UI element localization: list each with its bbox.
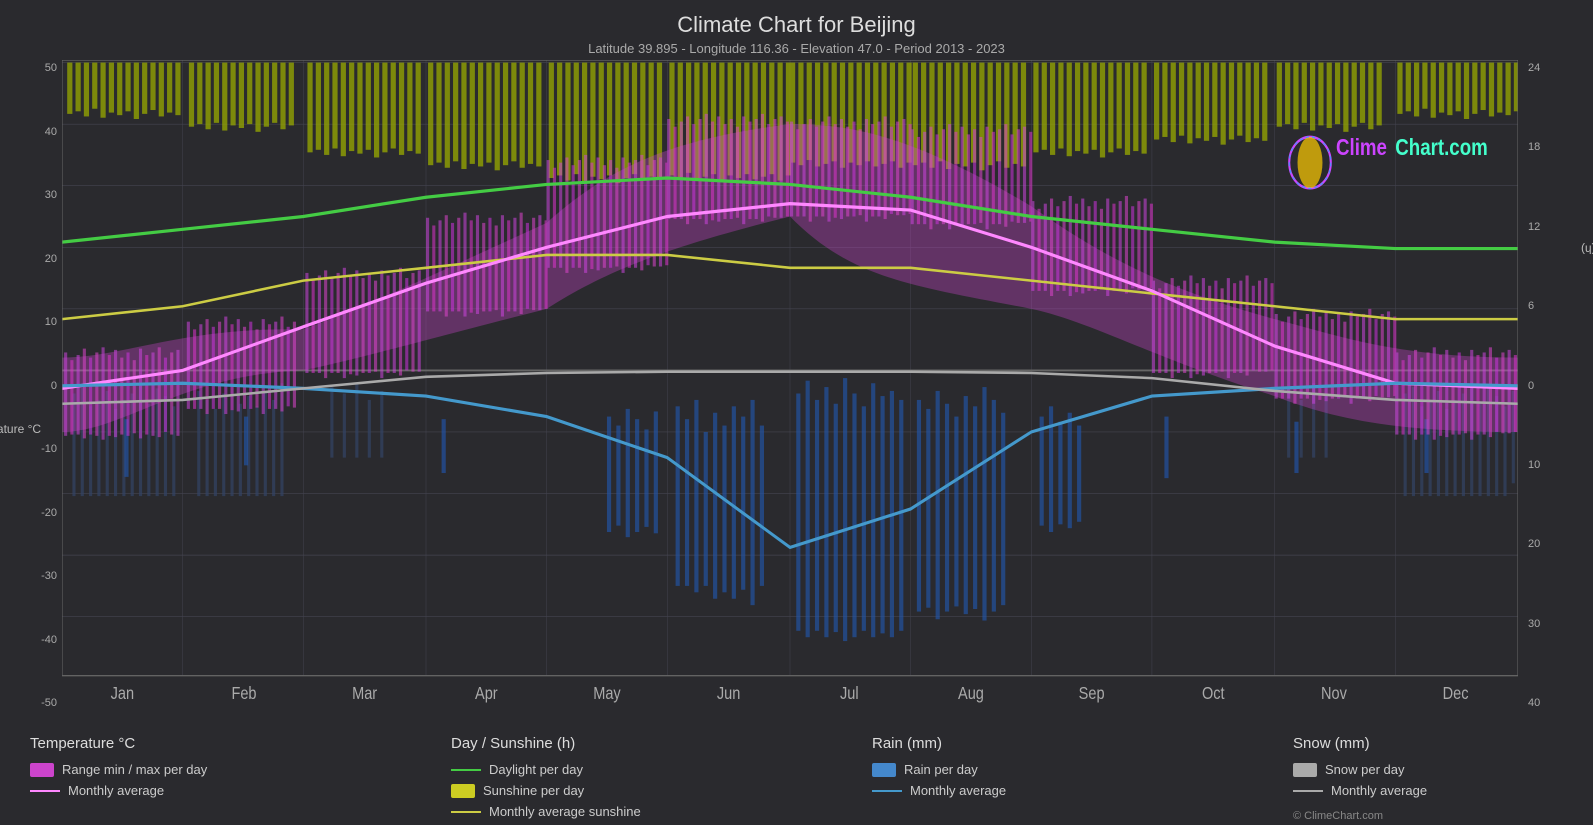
y-tick-r-18: 18	[1523, 141, 1583, 153]
chart-container: Climate Chart for Beijing Latitude 39.89…	[0, 0, 1593, 825]
legend-temp-range: Range min / max per day	[30, 762, 310, 777]
y-tick-0: 0	[10, 380, 62, 392]
legend-rain-swatch: Rain per day	[872, 762, 1152, 777]
legend-sunshine-swatch: Sunshine per day	[451, 783, 731, 798]
y-tick-r-20: 20	[1523, 538, 1583, 550]
rain-swatch	[872, 763, 896, 777]
main-chart: Jan Feb Mar Apr May Jun Jul Aug Sep Oct …	[62, 60, 1518, 727]
y-tick-r-12: 12	[1523, 221, 1583, 233]
y-tick-40: 40	[10, 126, 62, 138]
svg-text:Aug: Aug	[958, 683, 984, 703]
svg-text:Jan: Jan	[111, 683, 134, 703]
legend-rain-avg-label: Monthly average	[910, 783, 1006, 798]
y-tick-n10: -10	[10, 443, 62, 455]
y-tick-30: 30	[10, 189, 62, 201]
chart-title: Climate Chart for Beijing	[0, 12, 1593, 38]
y-tick-r-40: 40	[1523, 697, 1583, 709]
svg-text:May: May	[593, 683, 621, 703]
chart-subtitle: Latitude 39.895 - Longitude 116.36 - Ele…	[0, 41, 1593, 56]
chart-header: Climate Chart for Beijing Latitude 39.89…	[0, 0, 1593, 60]
y-tick-r-24: 24	[1523, 62, 1583, 74]
svg-text:Mar: Mar	[352, 683, 378, 703]
svg-text:Chart.com: Chart.com	[1395, 135, 1488, 160]
legend-temp-title: Temperature °C	[30, 735, 310, 752]
legend-rain-avg: Monthly average	[872, 783, 1152, 798]
y-tick-50: 50	[10, 62, 62, 74]
svg-text:Jun: Jun	[717, 683, 740, 703]
y-axis-left: Temperature °C 50 40 30 20 10 0 -10 -20 …	[10, 60, 62, 727]
legend-sunshine-avg: Monthly average sunshine	[451, 804, 731, 819]
copyright-text: © ClimeChart.com	[1293, 810, 1383, 822]
svg-text:Apr: Apr	[475, 683, 498, 703]
legend-temp-avg-label: Monthly average	[68, 783, 164, 798]
snow-avg-line	[1293, 790, 1323, 792]
sunshine-swatch	[451, 784, 475, 798]
legend-daylight: Daylight per day	[451, 762, 731, 777]
y-tick-n30: -30	[10, 570, 62, 582]
daylight-line	[451, 769, 481, 771]
y-axis-left-label: Temperature °C	[0, 422, 41, 436]
legend-sunshine-title: Day / Sunshine (h)	[451, 735, 731, 752]
legend-snow-label: Snow per day	[1325, 762, 1405, 777]
chart-area-wrapper: Temperature °C 50 40 30 20 10 0 -10 -20 …	[10, 60, 1583, 727]
temp-avg-line	[30, 790, 60, 792]
legend-rain-title: Rain (mm)	[872, 735, 1152, 752]
y-tick-r-0: 0	[1523, 380, 1583, 392]
y-tick-n50: -50	[10, 697, 62, 709]
y-tick-r-6: 6	[1523, 300, 1583, 312]
legend-snow-avg: Monthly average	[1293, 783, 1573, 798]
legend-rain-label: Rain per day	[904, 762, 978, 777]
svg-text:Feb: Feb	[231, 683, 256, 703]
temp-range-swatch	[30, 763, 54, 777]
legend-snow-swatch: Snow per day	[1293, 762, 1573, 777]
y-tick-r-10: 10	[1523, 459, 1583, 471]
y-tick-r-30: 30	[1523, 618, 1583, 630]
svg-text:Nov: Nov	[1321, 683, 1348, 703]
legend-snow-title: Snow (mm)	[1293, 735, 1573, 752]
legend-temp-range-label: Range min / max per day	[62, 762, 207, 777]
svg-text:Sep: Sep	[1079, 683, 1105, 703]
legend-sunshine-label: Sunshine per day	[483, 783, 584, 798]
legend-col-sunshine: Day / Sunshine (h) Daylight per day Suns…	[451, 735, 731, 820]
legend-col-snow: Snow (mm) Snow per day Monthly average ©…	[1293, 735, 1573, 820]
legend-section: Temperature °C Range min / max per day M…	[0, 727, 1593, 825]
legend-daylight-label: Daylight per day	[489, 762, 583, 777]
y-tick-10: 10	[10, 316, 62, 328]
svg-text:Oct: Oct	[1202, 683, 1225, 703]
chart-svg: Jan Feb Mar Apr May Jun Jul Aug Sep Oct …	[62, 60, 1518, 727]
svg-text:Clime: Clime	[1336, 135, 1387, 160]
y-axis-right-label-top: Day / Sunshine (h)	[1581, 242, 1593, 256]
y-axis-right: Day / Sunshine (h) 24 18 12 6 0 10 20 30…	[1518, 60, 1583, 727]
svg-text:Jul: Jul	[840, 683, 859, 703]
rain-avg-line	[872, 790, 902, 792]
legend-temp-avg: Monthly average	[30, 783, 310, 798]
y-tick-n20: -20	[10, 507, 62, 519]
snow-swatch	[1293, 763, 1317, 777]
svg-text:Dec: Dec	[1443, 683, 1469, 703]
legend-sunshine-avg-label: Monthly average sunshine	[489, 804, 641, 819]
y-tick-20: 20	[10, 253, 62, 265]
y-tick-n40: -40	[10, 634, 62, 646]
legend-col-rain: Rain (mm) Rain per day Monthly average	[872, 735, 1152, 820]
legend-snow-avg-label: Monthly average	[1331, 783, 1427, 798]
legend-col-temperature: Temperature °C Range min / max per day M…	[30, 735, 310, 820]
sunshine-avg-line	[451, 811, 481, 813]
